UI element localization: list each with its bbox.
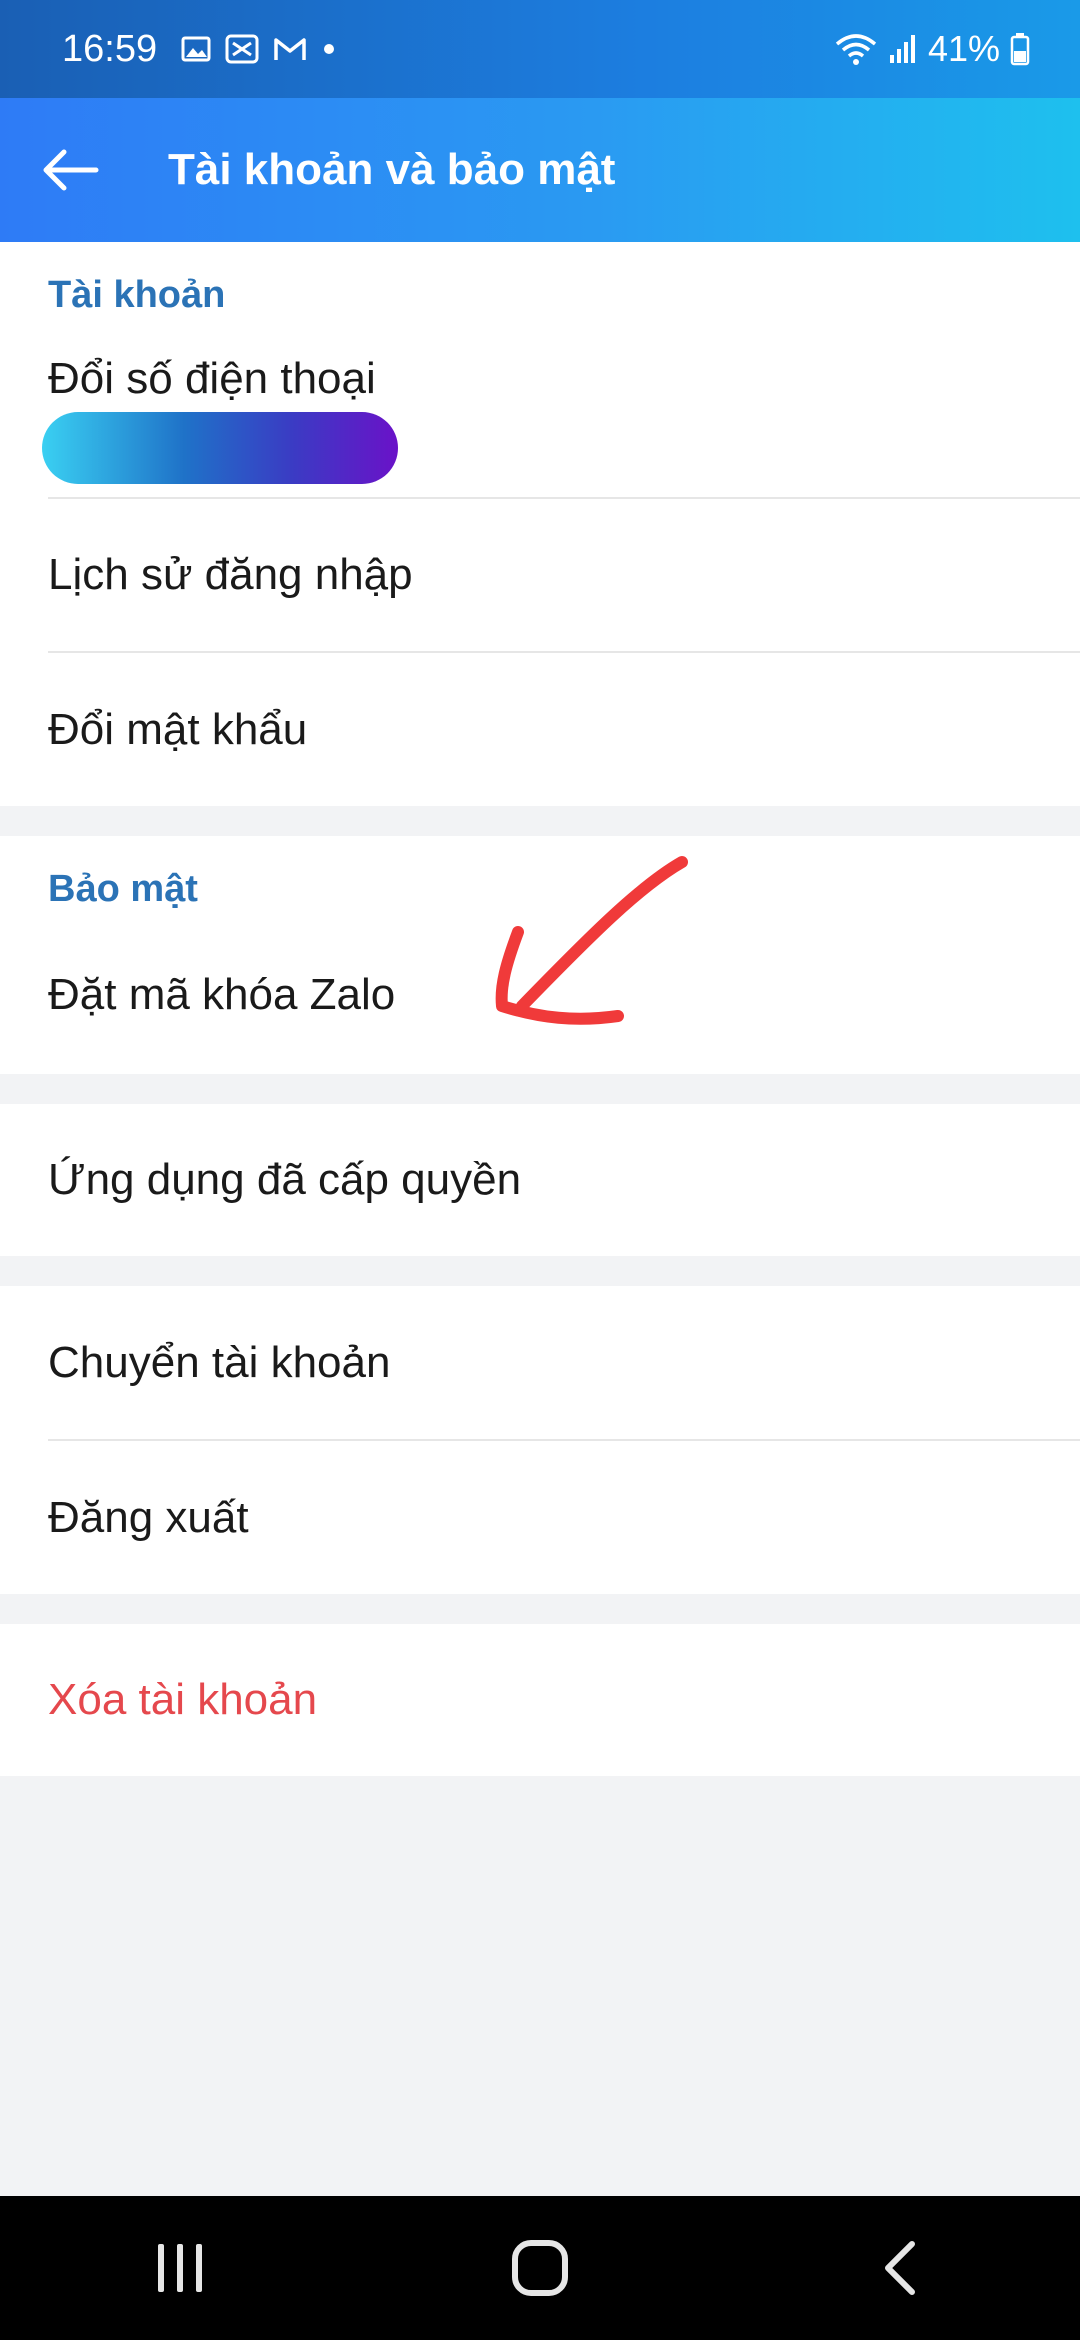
list-item-label: Đổi số điện thoại: [48, 354, 376, 403]
redacted-phone-number: [42, 412, 398, 484]
status-time: 16:59: [62, 27, 158, 70]
list-item-delete-account[interactable]: Xóa tài khoản: [0, 1624, 1080, 1776]
list-item-label: Đăng xuất: [48, 1492, 249, 1542]
wifi-icon: [834, 32, 878, 66]
list-item-label: Xóa tài khoản: [48, 1675, 318, 1724]
battery-percent: 41%: [927, 28, 1000, 69]
section-header-security: Bảo mật: [48, 868, 198, 910]
section-account: Tài khoản Đổi số điện thoại Lịch sử đăng…: [0, 242, 1080, 806]
recents-icon: [158, 2244, 202, 2292]
app-bar: Tài khoản và bảo mật: [0, 98, 1080, 242]
list-item-label: Lịch sử đăng nhập: [48, 550, 413, 599]
home-button[interactable]: [440, 2196, 640, 2340]
section-delete: Xóa tài khoản: [0, 1624, 1080, 1776]
section-session: Chuyển tài khoản Đăng xuất: [0, 1286, 1080, 1594]
list-item-label: Đổi mật khẩu: [48, 704, 308, 754]
gmail-icon: [273, 35, 307, 63]
list-item-label: Ứng dụng đã cấp quyền: [48, 1155, 522, 1204]
list-item-change-password[interactable]: Đổi mật khẩu: [0, 653, 1080, 806]
page-title: Tài khoản và bảo mật: [168, 145, 616, 194]
section-security: Bảo mật Đặt mã khóa Zalo: [0, 836, 1080, 1074]
list-item-label: Đặt mã khóa Zalo: [48, 970, 396, 1019]
system-back-button[interactable]: [800, 2196, 1000, 2340]
list-item-switch-account[interactable]: Chuyển tài khoản: [0, 1286, 1080, 1439]
dot-icon: [321, 41, 337, 57]
section-header-account: Tài khoản: [48, 274, 226, 316]
back-arrow-icon: [43, 149, 99, 191]
list-item-logout[interactable]: Đăng xuất: [0, 1441, 1080, 1594]
recents-button[interactable]: [80, 2196, 280, 2340]
status-bar: 16:59 41%: [0, 0, 1080, 98]
back-button[interactable]: [0, 98, 140, 242]
list-item-login-history[interactable]: Lịch sử đăng nhập: [0, 499, 1080, 651]
battery-icon: [1010, 32, 1030, 66]
section-apps: Ứng dụng đã cấp quyền: [0, 1104, 1080, 1256]
home-icon: [512, 2240, 568, 2296]
list-item-label: Chuyển tài khoản: [48, 1337, 391, 1387]
list-item-authorized-apps[interactable]: Ứng dụng đã cấp quyền: [0, 1104, 1080, 1256]
signal-icon: [888, 33, 918, 65]
capcut-icon: [225, 34, 259, 64]
gallery-icon: [181, 34, 211, 64]
system-nav-bar: [0, 2196, 1080, 2340]
annotation-arrow-icon: [495, 856, 688, 1025]
back-icon: [885, 2241, 915, 2295]
